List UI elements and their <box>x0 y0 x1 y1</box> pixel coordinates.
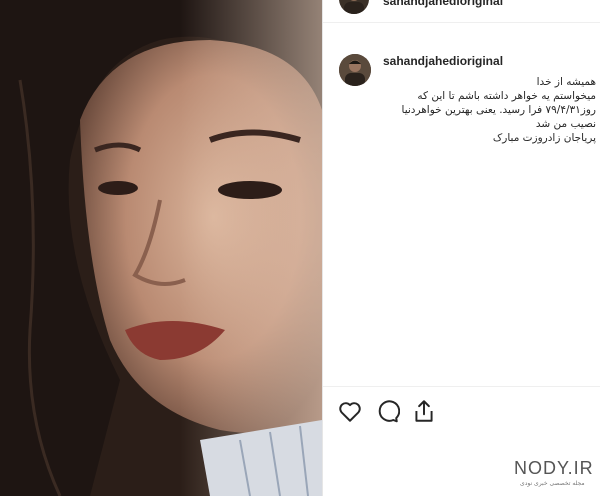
portrait-image <box>0 0 322 496</box>
heart-icon[interactable] <box>337 398 363 424</box>
comment-text: همیشه از خدا میخواستم یه خواهر داشته باش… <box>383 75 596 145</box>
comment-line: میخواستم یه خواهر داشته باشم تا این که <box>417 90 596 102</box>
site-watermark: NODY.IR مجله تخصصی خبری نودی <box>514 458 594 492</box>
comment-icon[interactable] <box>374 398 401 424</box>
post-photo[interactable] <box>0 0 322 496</box>
comment-line: پریاجان زادروزت مبارک <box>492 132 596 144</box>
comment-line: روز۷۹/۴/۳۱ فرا رسید. یعنی بهترین خواهردن… <box>401 104 596 116</box>
avatar[interactable] <box>339 0 369 14</box>
watermark-subtitle: مجله تخصصی خبری نودی <box>520 480 585 487</box>
post-side-panel: sahandjahedioriginal sahandjahediorigina… <box>323 0 600 496</box>
comment-line: همیشه از خدا <box>536 76 596 88</box>
share-icon[interactable] <box>411 398 437 424</box>
post-header: sahandjahedioriginal <box>323 0 600 23</box>
comment-avatar[interactable] <box>339 54 371 86</box>
comment-line: نصیب من شد <box>535 118 596 130</box>
actions-divider <box>323 386 600 387</box>
comment-username[interactable]: sahandjahedioriginal <box>383 54 503 68</box>
watermark-title: NODY.IR <box>514 458 594 478</box>
post-username[interactable]: sahandjahedioriginal <box>383 0 503 8</box>
